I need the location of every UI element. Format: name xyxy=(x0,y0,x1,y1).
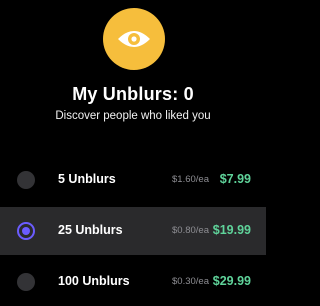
option-label: 5 Unblurs xyxy=(58,172,116,186)
radio-button[interactable] xyxy=(17,171,35,189)
option-label: 25 Unblurs xyxy=(58,223,123,237)
radio-button-selected[interactable] xyxy=(17,222,35,240)
option-25-unblurs[interactable]: 25 Unblurs $0.80/ea $19.99 xyxy=(0,207,266,255)
option-5-unblurs[interactable]: 5 Unblurs $1.60/ea $7.99 xyxy=(0,156,266,204)
radio-button[interactable] xyxy=(17,273,35,291)
option-price: $29.99 xyxy=(212,274,251,288)
option-label: 100 Unblurs xyxy=(58,274,130,288)
option-per-each: $0.80/ea xyxy=(172,225,209,236)
option-100-unblurs[interactable]: 100 Unblurs $0.30/ea $29.99 xyxy=(0,258,266,306)
unblur-eye-badge xyxy=(103,8,165,70)
option-per-each: $0.30/ea xyxy=(172,276,209,287)
option-per-each: $1.60/ea xyxy=(172,174,209,185)
option-price: $7.99 xyxy=(219,172,251,186)
page-subtitle: Discover people who liked you xyxy=(55,110,211,122)
option-price: $19.99 xyxy=(212,223,251,237)
page-title: My Unblurs: 0 xyxy=(72,84,194,104)
eye-icon xyxy=(118,31,150,47)
